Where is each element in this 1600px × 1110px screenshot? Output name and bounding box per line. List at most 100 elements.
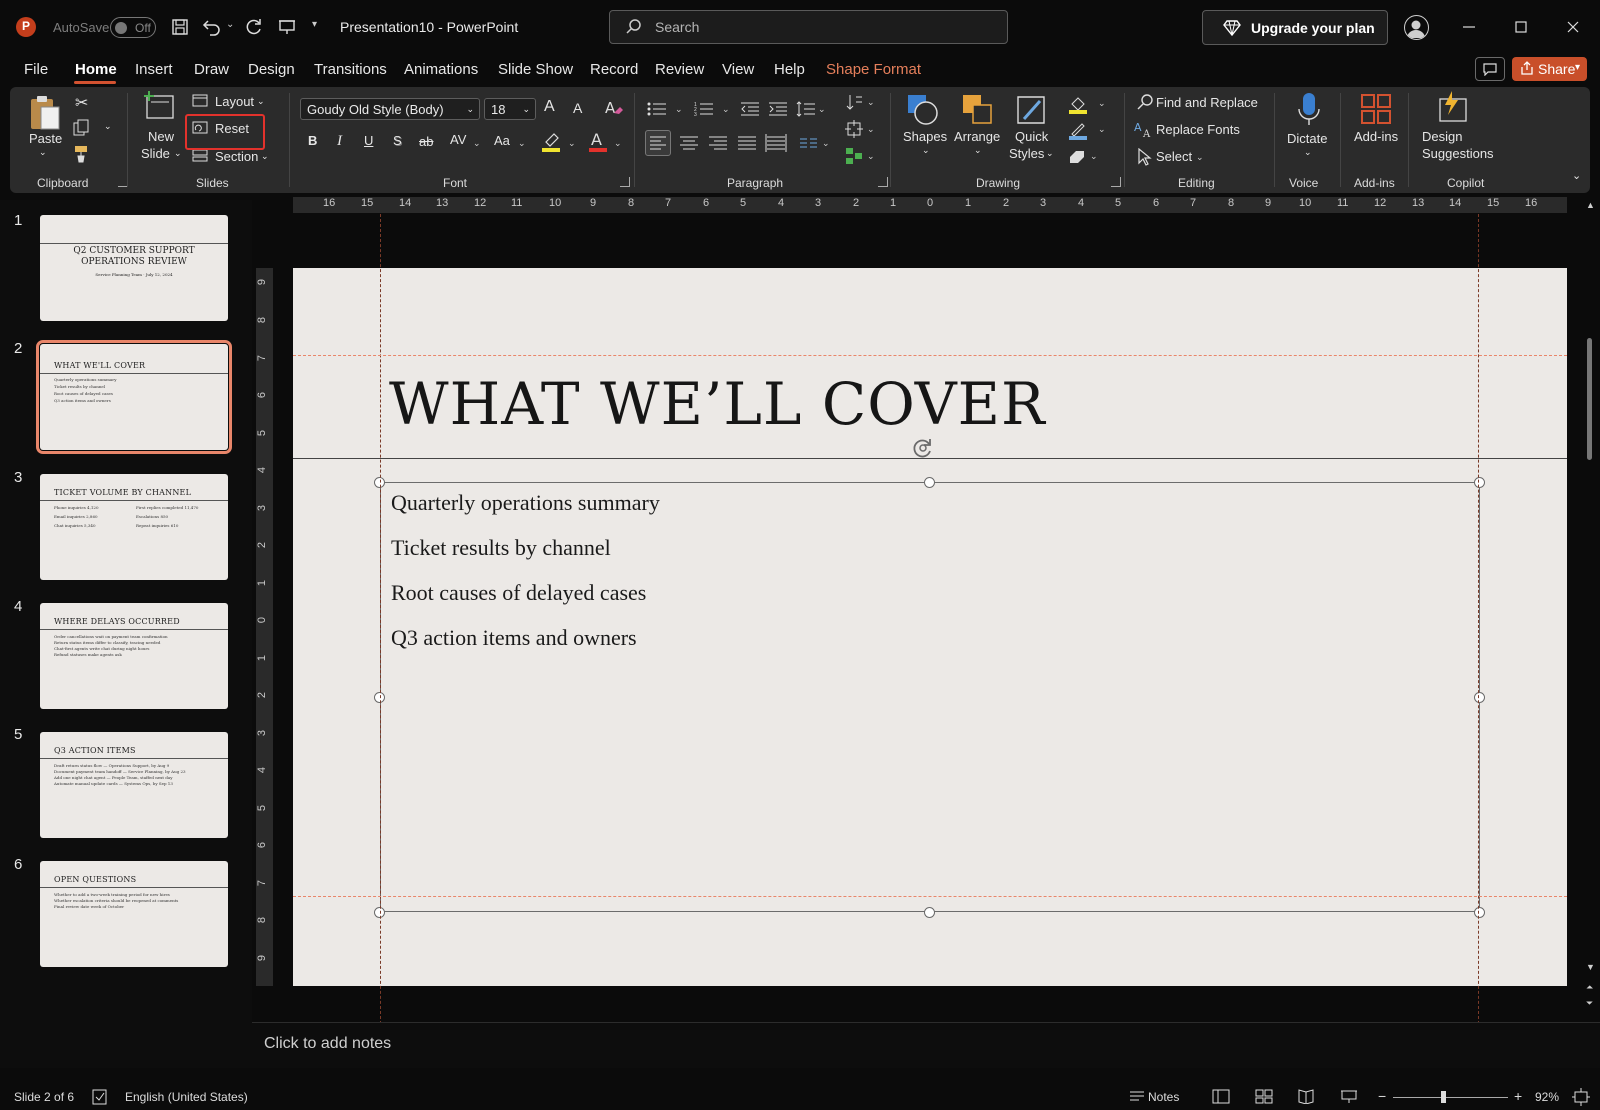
paragraph-launcher-icon[interactable]: [878, 177, 888, 187]
share-button[interactable]: Share ▾: [1512, 57, 1587, 81]
search-input[interactable]: Search: [609, 10, 1008, 44]
arrange-label[interactable]: Arrange: [954, 129, 1000, 144]
shapes-label[interactable]: Shapes: [903, 129, 947, 144]
columns-icon[interactable]: [798, 131, 820, 158]
zoom-in-button[interactable]: +: [1514, 1088, 1522, 1104]
bullet-item[interactable]: Ticket results by channel: [391, 535, 611, 561]
language-status[interactable]: English (United States): [125, 1090, 248, 1104]
tab-view[interactable]: View: [722, 61, 754, 78]
font-color-dropdown-icon[interactable]: ⌄: [614, 138, 622, 149]
rotate-handle-icon[interactable]: [911, 436, 935, 460]
present-icon[interactable]: [275, 15, 299, 39]
resize-handle[interactable]: [1474, 907, 1485, 918]
select-button[interactable]: Select: [1156, 149, 1192, 164]
notes-toggle-button[interactable]: Notes: [1148, 1090, 1179, 1104]
resize-handle[interactable]: [924, 907, 935, 918]
decrease-indent-icon[interactable]: [740, 101, 760, 120]
new-slide-label-1[interactable]: New: [148, 129, 174, 144]
case-dropdown-icon[interactable]: ⌄: [518, 138, 526, 149]
next-slide-icon[interactable]: ⏷: [1586, 998, 1593, 1009]
section-label[interactable]: Section: [215, 149, 258, 164]
layout-button[interactable]: [192, 94, 208, 110]
text-direction-icon[interactable]: [845, 94, 863, 115]
close-icon[interactable]: [1558, 14, 1588, 40]
increase-indent-icon[interactable]: [768, 101, 788, 120]
slide-title[interactable]: WHAT WE’LL COVER: [389, 370, 1046, 438]
shapes-icon[interactable]: [906, 93, 940, 130]
tab-home[interactable]: Home: [75, 61, 117, 78]
notes-toggle-icon[interactable]: [1129, 1089, 1145, 1106]
strikethrough-button[interactable]: ab: [419, 134, 433, 149]
layout-dropdown-icon[interactable]: ⌄: [257, 96, 265, 107]
quick-styles-icon[interactable]: [1014, 93, 1048, 130]
shape-effects-dropdown-icon[interactable]: ⌄: [1090, 151, 1098, 162]
dictate-label[interactable]: Dictate: [1287, 131, 1327, 146]
shrink-font-icon[interactable]: A: [573, 100, 582, 116]
text-direction-dropdown-icon[interactable]: ⌄: [867, 97, 875, 108]
arrange-icon[interactable]: [961, 93, 995, 130]
customize-qat-icon[interactable]: ▾: [312, 19, 317, 30]
slide-thumbnail-2[interactable]: WHAT WE'LL COVER Quarterly operations su…: [36, 340, 232, 454]
select-dropdown-icon[interactable]: ⌄: [1196, 152, 1204, 163]
autosave-toggle[interactable]: Off: [110, 17, 156, 38]
accessibility-icon[interactable]: [92, 1089, 108, 1108]
redo-icon[interactable]: [242, 15, 266, 39]
scroll-down-icon[interactable]: ▼: [1586, 962, 1595, 972]
bullets-dropdown-icon[interactable]: ⌄: [675, 104, 683, 115]
bullet-item[interactable]: Root causes of delayed cases: [391, 580, 646, 606]
section-dropdown-icon[interactable]: ⌄: [261, 151, 269, 162]
tab-design[interactable]: Design: [248, 61, 295, 78]
design-suggestions-icon[interactable]: [1436, 91, 1470, 128]
new-slide-icon[interactable]: [143, 91, 177, 124]
previous-slide-icon[interactable]: ⏶: [1586, 982, 1593, 993]
undo-icon[interactable]: [199, 15, 223, 39]
tab-insert[interactable]: Insert: [135, 61, 173, 78]
upgrade-plan-button[interactable]: Upgrade your plan: [1202, 10, 1388, 45]
comments-button[interactable]: [1475, 57, 1505, 81]
drawing-launcher-icon[interactable]: [1111, 177, 1121, 187]
resize-handle[interactable]: [1474, 477, 1485, 488]
resize-handle[interactable]: [924, 477, 935, 488]
character-spacing-button[interactable]: AV: [450, 132, 466, 147]
microphone-icon[interactable]: [1296, 91, 1322, 130]
content-placeholder[interactable]: Quarterly operations summary Ticket resu…: [380, 482, 1480, 912]
addins-label[interactable]: Add-ins: [1354, 129, 1398, 144]
align-text-icon[interactable]: [845, 120, 863, 141]
shape-effects-icon[interactable]: [1068, 147, 1088, 168]
undo-dropdown-icon[interactable]: ⌄: [226, 19, 234, 30]
align-text-dropdown-icon[interactable]: ⌄: [867, 124, 875, 135]
scroll-up-icon[interactable]: ▲: [1586, 200, 1595, 210]
new-slide-dropdown-icon[interactable]: ⌄: [174, 148, 182, 159]
shape-fill-dropdown-icon[interactable]: ⌄: [1098, 98, 1106, 109]
maximize-icon[interactable]: [1506, 14, 1536, 40]
tab-animations[interactable]: Animations: [404, 61, 478, 78]
select-cursor-icon[interactable]: [1136, 147, 1152, 169]
layout-label[interactable]: Layout: [215, 94, 254, 109]
highlight-dropdown-icon[interactable]: ⌄: [568, 138, 576, 149]
zoom-out-button[interactable]: −: [1378, 1088, 1386, 1104]
quick-styles-label-2[interactable]: Styles: [1009, 146, 1044, 161]
slide-thumbnail-4[interactable]: WHERE DELAYS OCCURRED Order cancellation…: [40, 603, 228, 709]
align-left-button[interactable]: [645, 130, 671, 156]
slide-thumbnail-3[interactable]: TICKET VOLUME BY CHANNEL Phone inquiries…: [40, 474, 228, 580]
reading-view-icon[interactable]: [1297, 1089, 1315, 1107]
find-replace-icon[interactable]: [1136, 93, 1154, 114]
design-suggestions-label-2[interactable]: Suggestions: [1422, 146, 1494, 161]
arrange-dropdown-icon[interactable]: ⌄: [974, 145, 982, 156]
slideshow-view-icon[interactable]: [1340, 1089, 1358, 1107]
account-avatar-icon[interactable]: [1404, 15, 1429, 40]
dictate-dropdown-icon[interactable]: ⌄: [1304, 147, 1312, 158]
design-suggestions-label-1[interactable]: Design: [1422, 129, 1462, 144]
scrollbar-thumb[interactable]: [1587, 338, 1592, 460]
shape-outline-dropdown-icon[interactable]: ⌄: [1098, 124, 1106, 135]
zoom-level[interactable]: 92%: [1535, 1090, 1559, 1104]
fit-to-window-icon[interactable]: [1572, 1088, 1590, 1109]
tab-file[interactable]: File: [24, 61, 48, 78]
tab-review[interactable]: Review: [655, 61, 704, 78]
minimize-icon[interactable]: [1454, 14, 1484, 40]
slide-thumbnail-1[interactable]: Q2 CUSTOMER SUPPORT OPERATIONS REVIEW Se…: [40, 215, 228, 321]
spacing-dropdown-icon[interactable]: ⌄: [473, 138, 481, 149]
current-slide[interactable]: WHAT WE’LL COVER Quarterly operations su…: [293, 268, 1567, 986]
resize-handle[interactable]: [1474, 692, 1485, 703]
grow-font-icon[interactable]: A: [544, 98, 555, 116]
